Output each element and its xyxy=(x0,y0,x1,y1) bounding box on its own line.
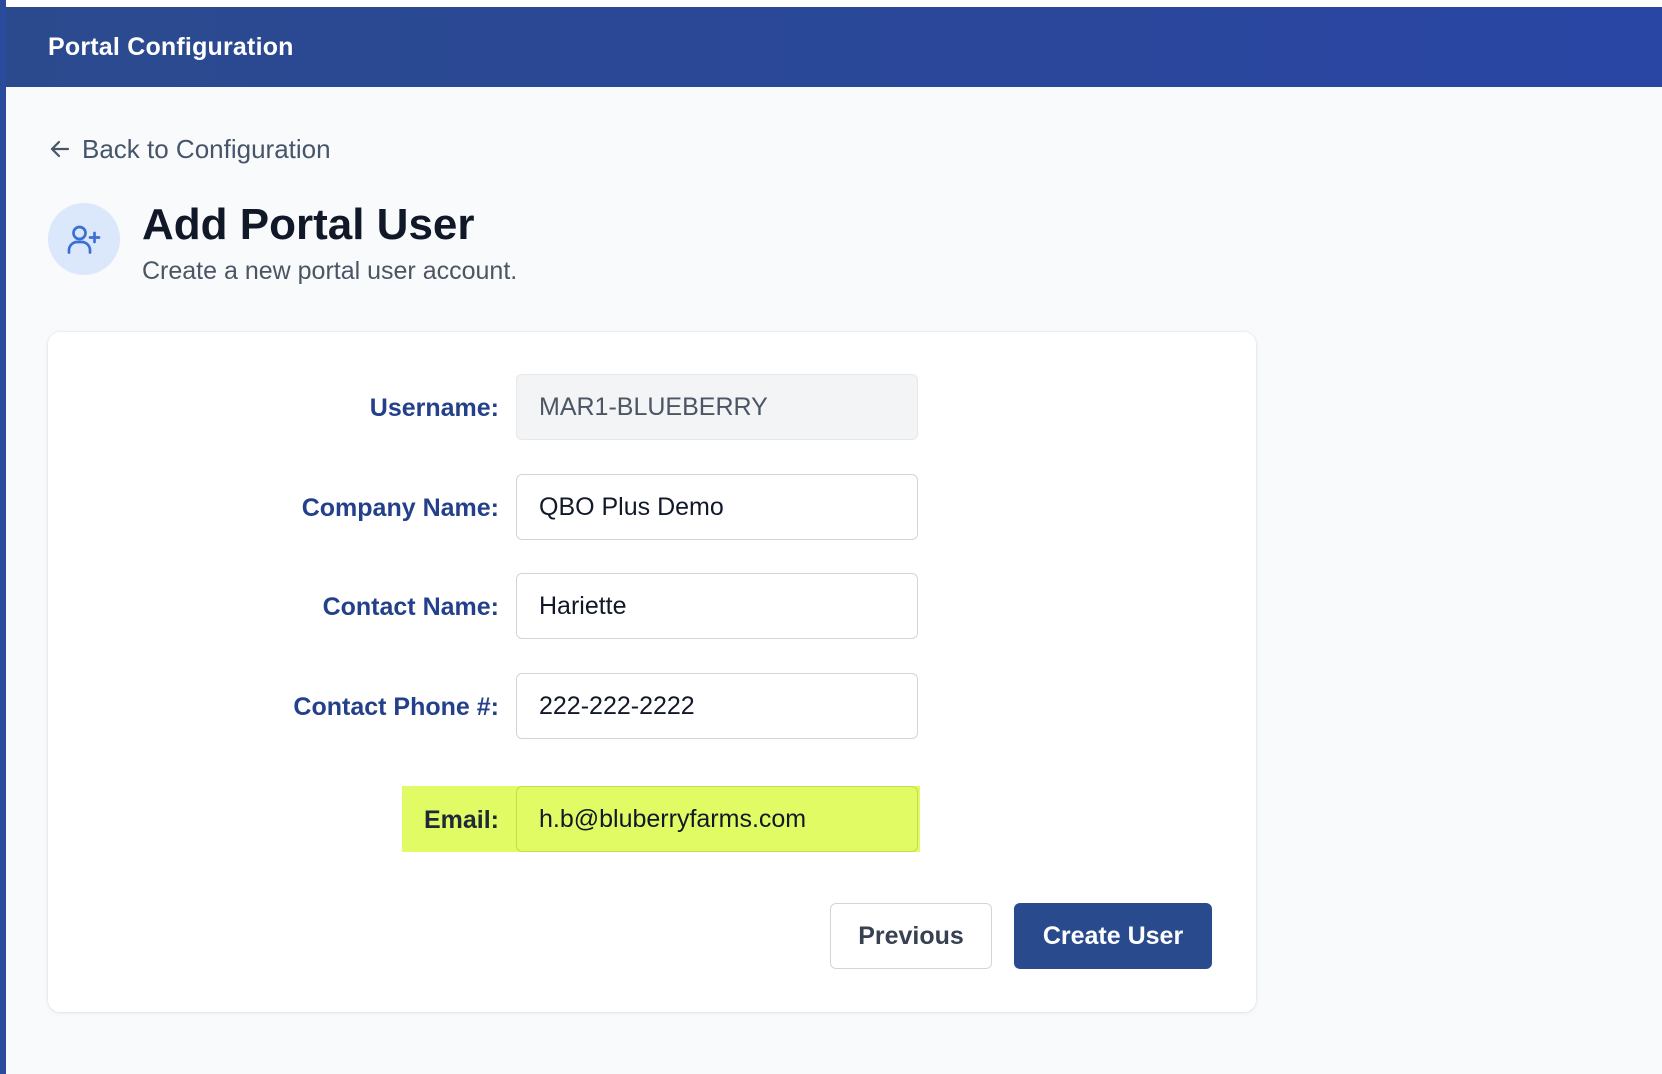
app-header: Portal Configuration xyxy=(5,7,1662,87)
previous-button[interactable]: Previous xyxy=(830,903,992,969)
back-link-label: Back to Configuration xyxy=(82,133,331,164)
company-name-label: Company Name: xyxy=(301,493,499,522)
username-label: Username: xyxy=(369,393,499,422)
page-subtitle: Create a new portal user account. xyxy=(142,257,518,285)
company-name-input[interactable] xyxy=(516,474,918,540)
email-input[interactable] xyxy=(516,786,918,852)
contact-name-row: Contact Name: xyxy=(48,573,1256,641)
username-row: Username: xyxy=(48,374,1256,442)
user-plus-icon xyxy=(48,203,120,275)
contact-name-label: Contact Name: xyxy=(322,592,499,621)
company-name-row: Company Name: xyxy=(48,474,1256,542)
page-title: Add Portal User xyxy=(142,200,475,249)
left-accent-bar xyxy=(0,0,6,1074)
arrow-left-icon xyxy=(48,137,72,161)
contact-phone-input[interactable] xyxy=(516,673,918,739)
create-user-button[interactable]: Create User xyxy=(1014,903,1212,969)
page-heading-text: Add Portal User Create a new portal user… xyxy=(142,197,517,287)
email-label: Email: xyxy=(423,805,499,834)
contact-phone-row: Contact Phone #: xyxy=(48,673,1256,741)
back-to-configuration-link[interactable]: Back to Configuration xyxy=(48,132,331,166)
contact-name-input[interactable] xyxy=(516,573,918,639)
email-row: Email: xyxy=(48,786,1256,854)
window-top-strip xyxy=(0,0,1662,7)
username-input[interactable] xyxy=(516,374,918,440)
app-title: Portal Configuration xyxy=(48,32,294,61)
page-header: Add Portal User Create a new portal user… xyxy=(48,200,517,287)
contact-phone-label: Contact Phone #: xyxy=(293,692,499,721)
add-user-form-card: Username: Company Name: Contact Name: Co… xyxy=(48,332,1256,1012)
